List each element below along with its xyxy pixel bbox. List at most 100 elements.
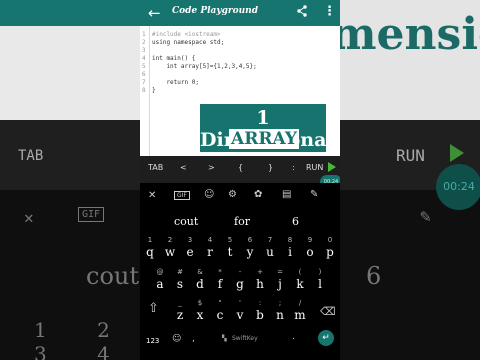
more-vert-icon[interactable]: ⋮ (323, 4, 336, 19)
bg-timer-badge: 00:24 (436, 164, 480, 210)
title-overlay: 1 Dimensional ARRAY (200, 104, 334, 152)
emoji-icon[interactable]: ☺ (172, 334, 181, 344)
app-bar: ← Code Playground ⋮ (140, 0, 340, 26)
key-sym: 8 (287, 236, 293, 244)
key-sym: 2 (167, 236, 173, 244)
bg-pin-icon: ✎ (420, 206, 431, 227)
swiftkey-logo-icon: ▚ (222, 335, 227, 342)
suggestion-2[interactable]: for (234, 215, 250, 228)
key-i[interactable]: i (281, 245, 299, 259)
key-sym: # (177, 268, 183, 276)
right-angle-key[interactable]: > (208, 163, 215, 172)
code-text: return 0; (152, 79, 199, 86)
key-o[interactable]: o (301, 245, 319, 259)
key-d[interactable]: d (191, 277, 209, 291)
key-sym: 5 (227, 236, 233, 244)
tab-key[interactable]: TAB (148, 163, 163, 172)
key-l[interactable]: l (311, 277, 329, 291)
background-right: mensional RUN 00:24 ✎ 6 (340, 0, 480, 360)
backspace-icon[interactable]: ⌫ (320, 305, 336, 318)
back-arrow-icon[interactable]: ← (148, 3, 161, 23)
key-sym: = (277, 268, 283, 276)
bg-appbar (0, 0, 140, 26)
bg-cout-text: cout (86, 262, 139, 290)
key-y[interactable]: y (241, 245, 259, 259)
settings-icon[interactable]: ⚙ (228, 189, 237, 200)
colon-key[interactable]: : (292, 163, 295, 172)
key-t[interactable]: t (221, 245, 239, 259)
app-title: Code Playground (172, 6, 258, 16)
share-icon[interactable] (296, 5, 308, 20)
run-button[interactable]: RUN (306, 163, 323, 172)
key-k[interactable]: k (291, 277, 309, 291)
bg-gif-icon: GIF (78, 207, 105, 222)
key-g[interactable]: g (231, 277, 249, 291)
key-s[interactable]: s (171, 277, 189, 291)
key-sym: ' (239, 299, 241, 307)
key-x[interactable]: x (191, 308, 209, 322)
key-sym: 1 (147, 236, 153, 244)
code-text: } (152, 87, 156, 94)
gif-icon[interactable]: GIF (174, 191, 190, 200)
right-brace-key[interactable]: } (268, 163, 273, 172)
key-n[interactable]: n (271, 308, 289, 322)
key-u[interactable]: u (261, 245, 279, 259)
key-b[interactable]: b (251, 308, 269, 322)
period-key[interactable]: . (292, 332, 295, 342)
comma-key[interactable]: , (192, 334, 195, 344)
background-left: TAB ✕ GIF cout 1 2 3 4 (0, 0, 140, 360)
key-a[interactable]: a (151, 277, 169, 291)
enter-icon[interactable]: ↵ (318, 330, 334, 346)
key-sym: / (298, 299, 302, 307)
shift-icon[interactable]: ⇧ (148, 301, 159, 316)
key-sym: 4 (207, 236, 213, 244)
key-sym: 7 (267, 236, 273, 244)
suggestion-1[interactable]: cout (174, 215, 198, 228)
key-e[interactable]: e (181, 245, 199, 259)
overlay-title-line2: ARRAY (229, 129, 299, 149)
key-q[interactable]: q (141, 245, 159, 259)
bg-close-icon: ✕ (24, 208, 34, 227)
key-sym: $ (197, 299, 203, 307)
bg-run-icon (450, 144, 464, 162)
run-icon[interactable] (328, 162, 336, 172)
key-sym: " (218, 299, 222, 307)
key-r[interactable]: r (201, 245, 219, 259)
left-angle-key[interactable]: < (180, 163, 187, 172)
code-text: int array[5]={1,2,3,4,5}; (152, 63, 257, 70)
key-j[interactable]: j (271, 277, 289, 291)
key-sym: ( (298, 268, 302, 276)
key-sym: 9 (307, 236, 313, 244)
key-sym: 6 (247, 236, 253, 244)
pin-icon[interactable]: ✎ (310, 189, 318, 200)
key-sym: 0 (327, 236, 333, 244)
key-sym: & (197, 268, 203, 276)
key-sym: 3 (187, 236, 193, 244)
close-keyboard-icon[interactable]: ✕ (148, 190, 156, 201)
space-brand: SwiftKey (232, 335, 258, 342)
bg-tab-text: TAB (18, 148, 44, 164)
key-w[interactable]: w (161, 245, 179, 259)
bg-keyboard (340, 190, 480, 360)
code-text: using namespace std; (152, 39, 225, 46)
key-h[interactable]: h (251, 277, 269, 291)
left-brace-key[interactable]: { (238, 163, 243, 172)
space-bar[interactable]: ▚ SwiftKey (212, 333, 290, 345)
key-sym: _ (178, 299, 182, 307)
bg-six-text: 6 (366, 262, 382, 290)
key-m[interactable]: m (291, 308, 309, 322)
key-z[interactable]: z (171, 308, 189, 322)
key-c[interactable]: c (211, 308, 229, 322)
numbers-key[interactable]: 123 (146, 337, 159, 345)
clipboard-icon[interactable]: ▤ (282, 189, 291, 200)
suggestion-3[interactable]: 6 (292, 215, 299, 228)
key-sym: : (258, 299, 262, 307)
bg-number-row: 1 2 3 4 (34, 318, 132, 360)
phone-screen: ← Code Playground ⋮ 1 #include <iostream>… (140, 0, 340, 360)
key-sym: ) (318, 268, 322, 276)
key-v[interactable]: v (231, 308, 249, 322)
key-f[interactable]: f (211, 277, 229, 291)
theme-icon[interactable]: ✿ (254, 189, 262, 200)
key-p[interactable]: p (321, 245, 339, 259)
sticker-icon[interactable]: ☺ (204, 189, 214, 200)
